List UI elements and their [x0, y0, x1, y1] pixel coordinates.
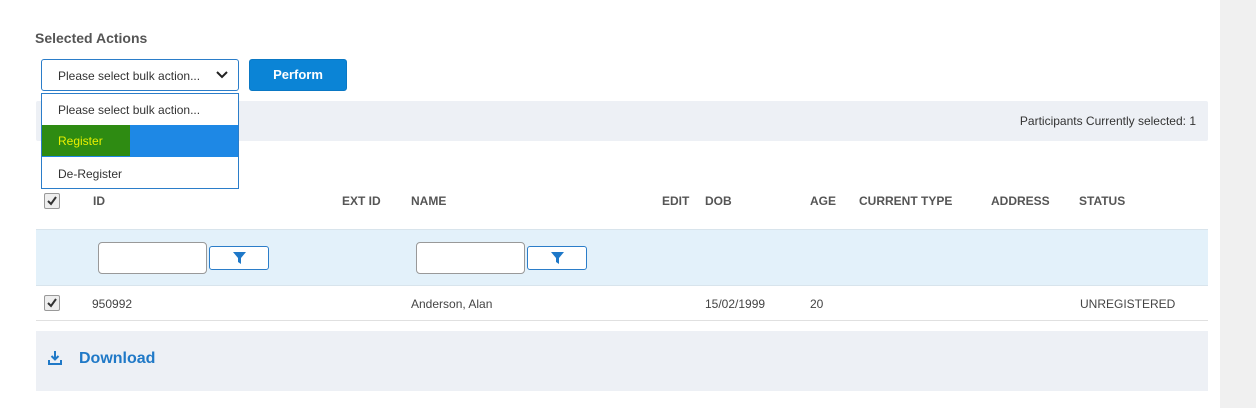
- checkmark-icon: [47, 298, 57, 308]
- name-filter-button[interactable]: [527, 246, 587, 270]
- row-checkbox[interactable]: [44, 295, 60, 311]
- column-header-edit: EDIT: [662, 194, 690, 208]
- column-header-ext-id[interactable]: EXT ID: [342, 194, 381, 208]
- column-header-status[interactable]: STATUS: [1079, 194, 1125, 208]
- column-header-name[interactable]: NAME: [411, 194, 446, 208]
- column-header-id[interactable]: ID: [93, 194, 105, 208]
- download-link[interactable]: Download: [79, 350, 155, 368]
- row-divider: [36, 320, 1208, 321]
- column-header-dob[interactable]: DOB: [705, 194, 732, 208]
- select-all-checkbox[interactable]: [44, 193, 60, 209]
- filter-icon: [551, 252, 564, 264]
- filter-icon: [233, 252, 246, 264]
- column-header-current-type[interactable]: CURRENT TYPE: [859, 194, 952, 208]
- dropdown-option-register[interactable]: Register: [42, 125, 238, 157]
- column-header-address[interactable]: ADDRESS: [991, 194, 1050, 208]
- id-filter-button[interactable]: [209, 246, 269, 270]
- chevron-down-icon: [216, 71, 228, 79]
- bulk-action-selected-value: Please select bulk action...: [58, 69, 201, 83]
- name-filter-input[interactable]: [416, 242, 525, 274]
- main-panel: Selected Actions Please select bulk acti…: [0, 0, 1220, 408]
- cell-status: UNREGISTERED: [1080, 297, 1176, 311]
- cell-name[interactable]: Anderson, Alan: [411, 297, 492, 311]
- bulk-action-select[interactable]: Please select bulk action...: [41, 59, 239, 91]
- dropdown-option-please-select[interactable]: Please select bulk action...: [42, 94, 238, 126]
- selection-count-text: Participants Currently selected: 1: [1019, 114, 1196, 128]
- checkmark-icon: [47, 196, 57, 206]
- download-icon[interactable]: [48, 351, 62, 365]
- cell-dob: 15/02/1999: [705, 297, 766, 311]
- id-filter-input[interactable]: [98, 242, 207, 274]
- perform-button[interactable]: Perform: [249, 59, 347, 91]
- cell-age: 20: [810, 297, 824, 311]
- column-header-age[interactable]: AGE: [810, 194, 836, 208]
- download-bar: Download: [36, 331, 1208, 391]
- dropdown-option-de-register[interactable]: De-Register: [42, 158, 238, 190]
- cell-id: 950992: [92, 297, 133, 311]
- section-title: Selected Actions: [35, 30, 148, 46]
- bulk-action-dropdown: Please select bulk action... Register De…: [41, 93, 239, 189]
